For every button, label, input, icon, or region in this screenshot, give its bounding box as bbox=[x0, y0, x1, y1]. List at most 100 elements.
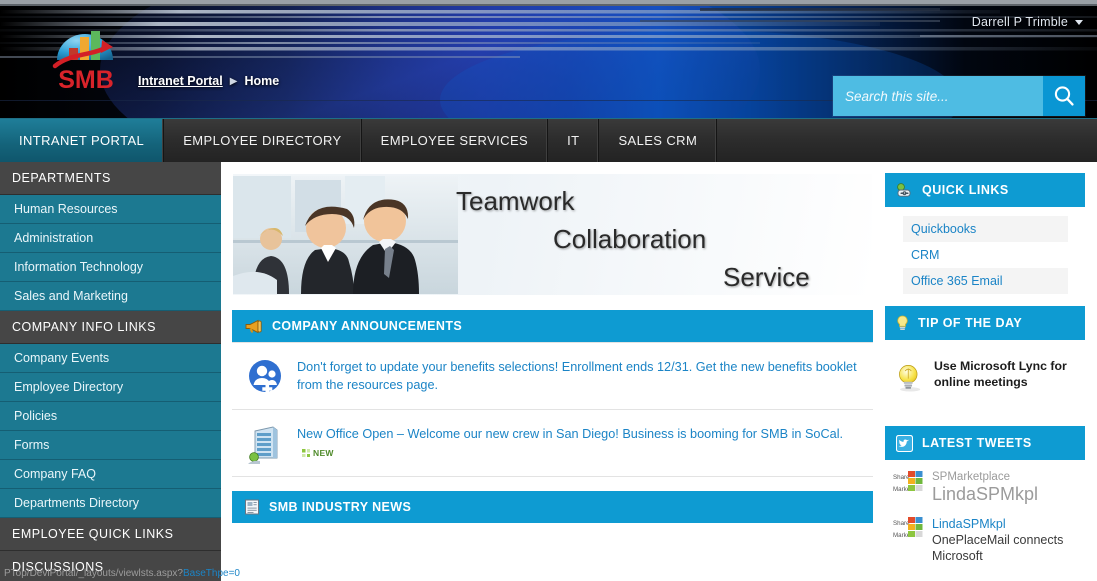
status-suffix: BaseThpe=0 bbox=[182, 568, 240, 579]
tweets-header: LATEST TWEETS bbox=[885, 426, 1085, 460]
sidebar-item-human-resources[interactable]: Human Resources bbox=[0, 195, 221, 224]
new-badge: NEW bbox=[302, 447, 334, 459]
announcement-text[interactable]: New Office Open – Welcome our new crew i… bbox=[297, 424, 863, 462]
tweets-title: LATEST TWEETS bbox=[922, 436, 1032, 450]
quick-link-quickbooks[interactable]: Quickbooks bbox=[903, 216, 1068, 242]
svg-text:Share: Share bbox=[893, 520, 910, 527]
tweet-text: OnePlaceMail connects Microsoft bbox=[932, 532, 1064, 564]
sidebar-item-policies[interactable]: Policies bbox=[0, 402, 221, 431]
status-bar: PTop/DevlPortal/_layouts/viewlsts.aspx?B… bbox=[0, 568, 1097, 581]
tweet-author-name: LindaSPMkpl bbox=[932, 484, 1039, 505]
announcement-body: Don't forget to update your benefits sel… bbox=[297, 360, 857, 393]
announcements-title: COMPANY ANNOUNCEMENTS bbox=[272, 319, 463, 333]
banner-word-1: Teamwork bbox=[456, 186, 575, 216]
site-header: Darrell P Trimble SMB Intranet Portal ▶ … bbox=[0, 0, 1097, 118]
quick-link-office-365-email[interactable]: Office 365 Email bbox=[903, 268, 1068, 294]
industry-news-panel: SMB INDUSTRY NEWS bbox=[232, 491, 873, 523]
logo-text: SMB bbox=[58, 66, 114, 90]
chevron-down-icon bbox=[1075, 19, 1083, 25]
status-url: PTop/DevlPortal/_layouts/viewlsts.aspx? bbox=[4, 568, 183, 579]
sidebar-head-employee-quick-links[interactable]: EMPLOYEE QUICK LINKS bbox=[0, 518, 221, 551]
sidebar-item-departments-directory[interactable]: Departments Directory bbox=[0, 489, 221, 518]
announcement-icon bbox=[246, 424, 284, 464]
announcements-list: Don't forget to update your benefits sel… bbox=[232, 342, 873, 477]
quick-link-crm[interactable]: CRM bbox=[903, 242, 1068, 268]
tweet-body: LindaSPMkpl OnePlaceMail connects Microso… bbox=[932, 516, 1085, 565]
tweets-widget: LATEST TWEETS Share Market SPMarketplace Li… bbox=[885, 426, 1085, 564]
nav-tab-intranet-portal[interactable]: INTRANET PORTAL bbox=[0, 119, 165, 162]
main-navigation: INTRANET PORTAL EMPLOYEE DIRECTORY EMPLOYE… bbox=[0, 118, 1097, 162]
svg-text:Share: Share bbox=[893, 474, 910, 481]
tweet-body: SPMarketplace LindaSPMkpl bbox=[932, 470, 1038, 506]
breadcrumb: Intranet Portal ▶ Home bbox=[138, 74, 279, 88]
tweet-avatar: Share Market bbox=[893, 470, 923, 499]
page-body: DEPARTMENTS Human Resources Administration… bbox=[0, 162, 1097, 581]
sidebar-item-company-events[interactable]: Company Events bbox=[0, 344, 221, 373]
nav-tab-it[interactable]: IT bbox=[548, 119, 600, 162]
left-sidebar: DEPARTMENTS Human Resources Administration… bbox=[0, 162, 221, 581]
page-root: Darrell P Trimble SMB Intranet Portal ▶ … bbox=[0, 0, 1097, 581]
announcements-header: COMPANY ANNOUNCEMENTS bbox=[232, 310, 873, 342]
sidebar-item-information-technology[interactable]: Information Technology bbox=[0, 253, 221, 282]
announcement-text[interactable]: Don't forget to update your benefits sel… bbox=[297, 357, 863, 395]
tweet-handle[interactable]: LindaSPMkpl bbox=[932, 516, 1085, 532]
announcement-row[interactable]: New Office Open – Welcome our new crew i… bbox=[232, 410, 873, 477]
hero-banner: Teamwork Collaboration Service bbox=[232, 173, 873, 296]
breadcrumb-root[interactable]: Intranet Portal bbox=[138, 74, 223, 88]
magnifier-icon bbox=[1054, 86, 1074, 106]
sidebar-item-sales-and-marketing[interactable]: Sales and Marketing bbox=[0, 282, 221, 311]
nav-tab-sales-crm[interactable]: SALES CRM bbox=[599, 119, 718, 162]
link-chain-icon bbox=[897, 182, 911, 197]
tweet-avatar: Share Market bbox=[893, 515, 923, 545]
tip-body: Use Microsoft Lync for online meetings bbox=[885, 340, 1085, 412]
banner-word-2: Collaboration bbox=[553, 224, 707, 254]
tweet-handle[interactable]: SPMarketplace bbox=[932, 470, 1038, 484]
new-badge-label: NEW bbox=[313, 447, 334, 458]
tip-widget: TIP OF THE DAY Use Microsoft Lync for on… bbox=[885, 306, 1085, 412]
industry-news-title: SMB INDUSTRY NEWS bbox=[269, 500, 412, 514]
lightbulb-large-icon bbox=[899, 365, 921, 392]
tweet-item[interactable]: Share Market LindaSPMkpl OnePlaceMail conne… bbox=[893, 515, 1085, 565]
twitter-icon bbox=[896, 434, 913, 452]
nav-tab-employee-services[interactable]: EMPLOYEE SERVICES bbox=[362, 119, 549, 162]
tweets-list: Share Market SPMarketplace LindaSPMkpl Share… bbox=[885, 460, 1085, 564]
megaphone-icon bbox=[245, 319, 262, 333]
search-button[interactable] bbox=[1043, 76, 1085, 116]
banner-text: Teamwork Collaboration Service bbox=[448, 180, 866, 292]
quick-links-list: Quickbooks CRM Office 365 Email bbox=[885, 207, 1085, 294]
spmarketplace-avatar: ShareMarket bbox=[893, 515, 923, 542]
breadcrumb-separator-icon: ▶ bbox=[229, 75, 238, 87]
spmarketplace-avatar: ShareMarket bbox=[893, 470, 923, 496]
sidebar-item-administration[interactable]: Administration bbox=[0, 224, 221, 253]
banner-word-3: Service bbox=[723, 262, 810, 292]
sidebar-head-company-info-links[interactable]: COMPANY INFO LINKS bbox=[0, 311, 221, 344]
sidebar-head-departments[interactable]: DEPARTMENTS bbox=[0, 162, 221, 195]
user-name: Darrell P Trimble bbox=[971, 15, 1068, 29]
user-menu[interactable]: Darrell P Trimble bbox=[972, 15, 1083, 29]
announcements-panel: COMPANY ANNOUNCEMENTS Don't forget to up… bbox=[232, 310, 873, 477]
smb-logo[interactable]: SMB bbox=[47, 20, 127, 94]
tip-title: TIP OF THE DAY bbox=[918, 316, 1023, 330]
main-column: Teamwork Collaboration Service COMPANY A… bbox=[221, 162, 885, 581]
tweet-item[interactable]: Share Market SPMarketplace LindaSPMkpl bbox=[893, 470, 1085, 506]
industry-news-header: SMB INDUSTRY NEWS bbox=[232, 491, 873, 523]
quick-links-widget: QUICK LINKS Quickbooks CRM Office 365 Emai… bbox=[885, 173, 1085, 294]
sidebar-item-forms[interactable]: Forms bbox=[0, 431, 221, 460]
breadcrumb-current: Home bbox=[244, 74, 280, 88]
right-rail: QUICK LINKS Quickbooks CRM Office 365 Emai… bbox=[885, 162, 1097, 581]
new-badge-squares-icon bbox=[302, 449, 310, 458]
announcement-body: New Office Open – Welcome our new crew i… bbox=[297, 427, 844, 441]
quick-links-title: QUICK LINKS bbox=[922, 183, 1009, 197]
tip-header: TIP OF THE DAY bbox=[885, 306, 1085, 340]
banner-photo bbox=[233, 176, 458, 294]
benefits-people-icon bbox=[249, 360, 281, 394]
quick-links-header: QUICK LINKS bbox=[885, 173, 1085, 207]
search-input[interactable] bbox=[833, 76, 1043, 116]
office-building-icon bbox=[248, 426, 278, 464]
lightbulb-icon bbox=[897, 315, 908, 330]
sidebar-item-company-faq[interactable]: Company FAQ bbox=[0, 460, 221, 489]
nav-tab-employee-directory[interactable]: EMPLOYEE DIRECTORY bbox=[164, 119, 362, 162]
sidebar-item-employee-directory[interactable]: Employee Directory bbox=[0, 373, 221, 402]
announcement-row[interactable]: Don't forget to update your benefits sel… bbox=[232, 342, 873, 410]
announcement-icon bbox=[246, 357, 284, 395]
